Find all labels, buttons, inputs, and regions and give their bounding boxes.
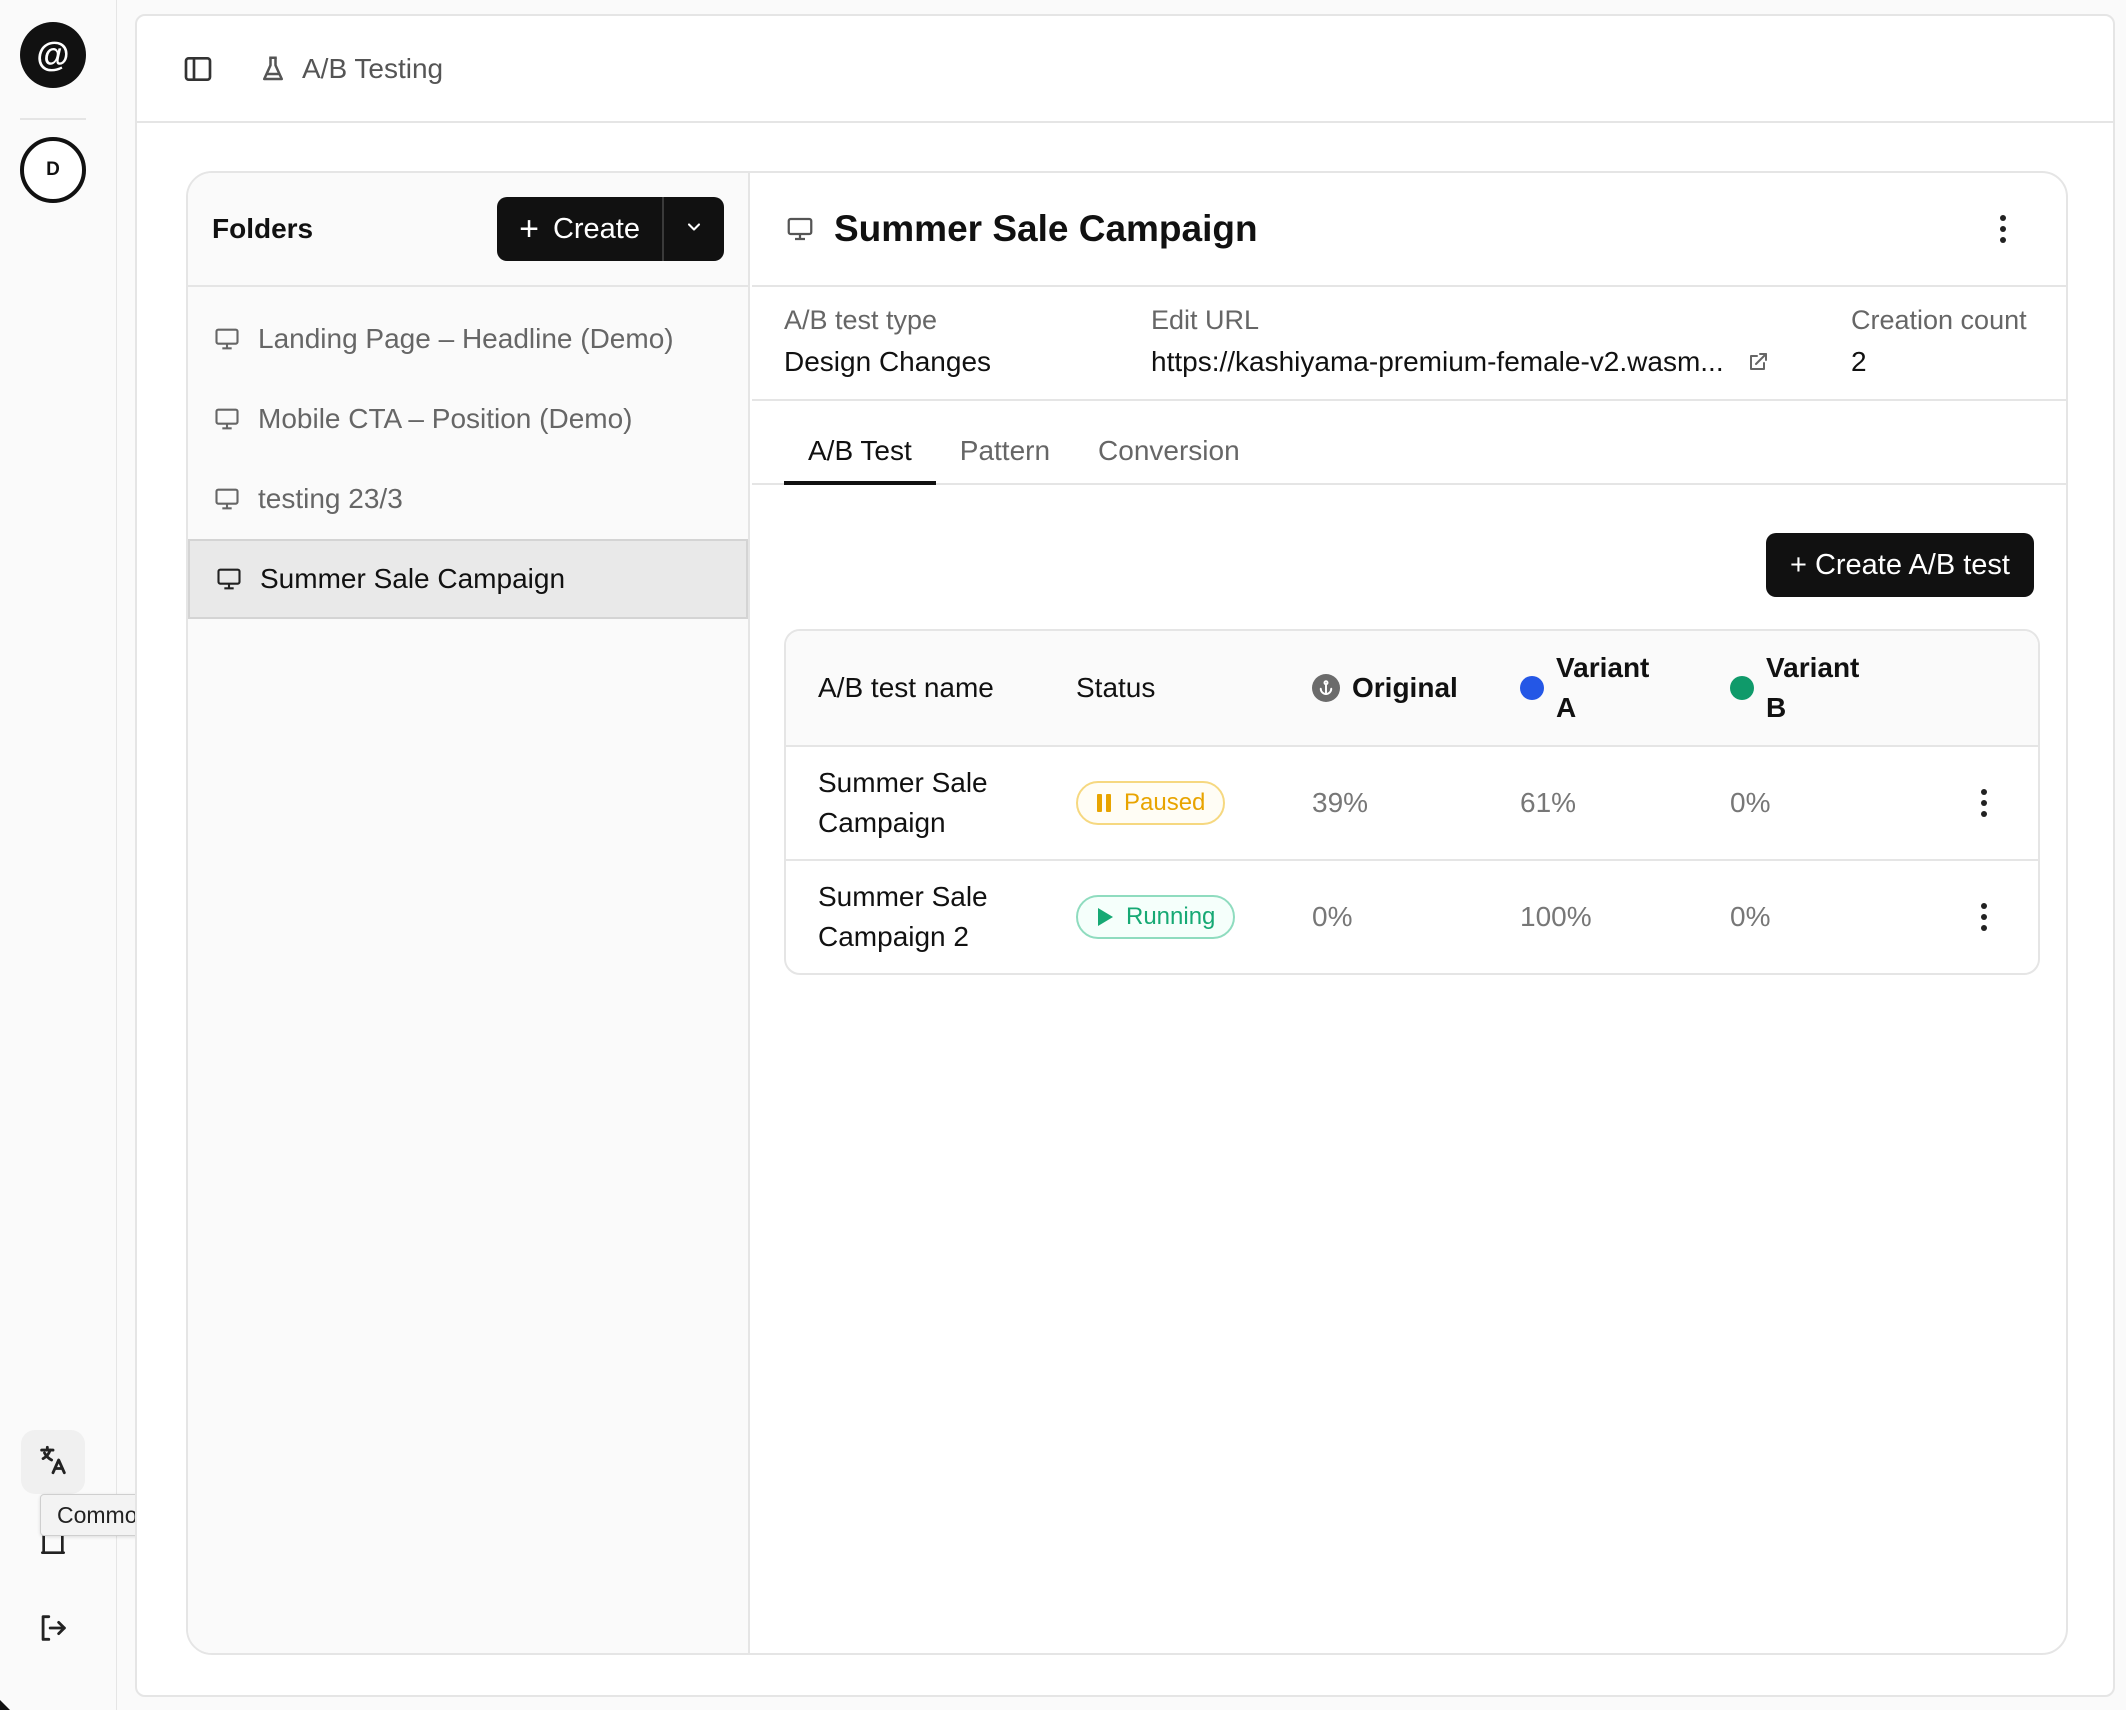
header-variant-a-line1: Variant: [1556, 652, 1650, 683]
folder-label: Landing Page – Headline (Demo): [258, 323, 674, 354]
row-variant-b: 0%: [1730, 901, 1771, 932]
tab-conversion[interactable]: Conversion: [1074, 417, 1264, 483]
detail-panel: Summer Sale Campaign A/B test type Desig…: [752, 173, 2066, 1653]
meta-count: Creation count 2: [1851, 305, 2027, 378]
play-icon: [1096, 907, 1114, 927]
edit-url-link[interactable]: https://kashiyama-premium-female-v2.wasm…: [1151, 346, 1724, 378]
sidebar-toggle-icon[interactable]: [182, 53, 214, 85]
row-variant-b: 0%: [1730, 787, 1771, 818]
rail-divider: [20, 118, 86, 120]
logo-glyph: @: [36, 35, 70, 74]
monitor-icon: [784, 214, 816, 244]
table-header-row: A/B test name Status Original Variant A …: [786, 631, 2038, 745]
chevron-down-icon: [684, 217, 704, 242]
create-label: Create: [552, 212, 640, 245]
anchor-icon: [1312, 674, 1340, 702]
folders-header: Folders + Create: [188, 173, 748, 287]
folders-title: Folders: [212, 213, 314, 244]
meta-count-value: 2: [1851, 346, 1867, 377]
folder-label: testing 23/3: [258, 483, 403, 514]
table-row[interactable]: Summer Sale Campaign Paused 39% 61% 0%: [786, 745, 2038, 859]
external-link-icon[interactable]: [1746, 350, 1770, 374]
flask-icon: [258, 53, 288, 85]
status-label: Running: [1126, 903, 1216, 930]
detail-header: Summer Sale Campaign: [752, 173, 2066, 287]
top-bar: A/B Testing: [137, 16, 2113, 123]
page-title: Summer Sale Campaign: [834, 208, 1258, 249]
header-variant-a: Variant A: [1520, 648, 1730, 728]
more-options-icon[interactable]: [2000, 215, 2006, 243]
folder-item-selected[interactable]: Summer Sale Campaign: [188, 539, 748, 619]
row-original: 0%: [1312, 901, 1353, 932]
variant-a-dot-icon: [1520, 676, 1544, 700]
create-dropdown-button[interactable]: [662, 197, 724, 261]
monitor-icon: [214, 565, 244, 593]
folder-label: Mobile CTA – Position (Demo): [258, 403, 633, 434]
meta-type: A/B test type Design Changes: [784, 305, 991, 378]
folder-label: Summer Sale Campaign: [260, 563, 566, 594]
monitor-icon: [212, 325, 242, 353]
variant-b-dot-icon: [1730, 676, 1754, 700]
row-name: Summer Sale Campaign 2: [786, 877, 1076, 957]
tab-ab-test[interactable]: A/B Test: [784, 417, 936, 485]
row-name-line2: Campaign: [818, 807, 946, 838]
tab-bar: A/B Test Pattern Conversion: [752, 401, 2066, 485]
left-rail: @ D: [0, 0, 117, 1710]
meta-url: Edit URL https://kashiyama-premium-femal…: [1151, 305, 1770, 378]
status-badge-paused: Paused: [1076, 781, 1226, 825]
folders-panel: Folders + Create Landing Page – Headline…: [188, 173, 750, 1653]
meta-info: A/B test type Design Changes Edit URL ht…: [752, 287, 2066, 401]
folder-list: Landing Page – Headline (Demo) Mobile CT…: [188, 287, 748, 619]
row-variant-a: 61%: [1520, 787, 1577, 818]
folder-item[interactable]: Landing Page – Headline (Demo): [188, 299, 748, 379]
row-more-options-icon[interactable]: [1981, 903, 1987, 931]
header-variant-b-line2: B: [1766, 692, 1787, 723]
meta-type-label: A/B test type: [784, 305, 938, 335]
header-name: A/B test name: [818, 672, 994, 703]
folder-item[interactable]: Mobile CTA – Position (Demo): [188, 379, 748, 459]
row-original: 39%: [1312, 787, 1369, 818]
header-variant-a-line2: A: [1556, 692, 1577, 723]
pause-icon: [1096, 793, 1112, 813]
header-variant-b-line1: Variant: [1766, 652, 1860, 683]
tab-pattern[interactable]: Pattern: [936, 417, 1074, 483]
table-row[interactable]: Summer Sale Campaign 2 Running 0% 100% 0…: [786, 859, 2038, 973]
ab-card: Folders + Create Landing Page – Headline…: [186, 171, 2068, 1655]
language-button[interactable]: [21, 1430, 85, 1494]
meta-count-label: Creation count: [1851, 305, 2027, 335]
header-original: Original: [1312, 668, 1520, 708]
ab-test-table: A/B test name Status Original Variant A …: [784, 629, 2040, 975]
monitor-icon: [212, 405, 242, 433]
create-button[interactable]: + Create: [497, 197, 662, 261]
main-frame: A/B Testing Folders + Create Landing Pag…: [135, 14, 2115, 1697]
logout-icon: [36, 1611, 70, 1650]
status-badge-running: Running: [1076, 895, 1236, 939]
meta-type-value: Design Changes: [784, 346, 992, 377]
user-avatar[interactable]: D: [20, 137, 86, 203]
breadcrumb[interactable]: A/B Testing: [302, 53, 443, 85]
folder-item[interactable]: testing 23/3: [188, 459, 748, 539]
corner-mark: [0, 1700, 10, 1710]
header-variant-b: Variant B: [1730, 648, 1930, 728]
meta-url-label: Edit URL: [1151, 305, 1260, 335]
row-variant-a: 100%: [1520, 901, 1592, 932]
row-name-line1: Summer Sale: [818, 881, 988, 912]
monitor-icon: [212, 485, 242, 513]
logout-button[interactable]: [21, 1598, 85, 1662]
create-ab-test-button[interactable]: + Create A/B test: [1765, 533, 2034, 597]
row-name: Summer Sale Campaign: [786, 763, 1076, 843]
header-original-label: Original: [1352, 672, 1458, 703]
row-name-line2: Campaign 2: [818, 921, 969, 952]
avatar-initial: D: [46, 159, 60, 180]
status-label: Paused: [1124, 789, 1206, 816]
create-split-button: + Create: [497, 197, 724, 261]
header-status: Status: [1076, 672, 1156, 703]
app-root: @ D Common A/B Testing Folders + Create …: [0, 0, 2126, 1710]
plus-icon: +: [519, 210, 539, 248]
translate-icon: [36, 1443, 70, 1482]
app-logo[interactable]: @: [20, 22, 86, 88]
row-more-options-icon[interactable]: [1981, 789, 1987, 817]
row-name-line1: Summer Sale: [818, 767, 988, 798]
